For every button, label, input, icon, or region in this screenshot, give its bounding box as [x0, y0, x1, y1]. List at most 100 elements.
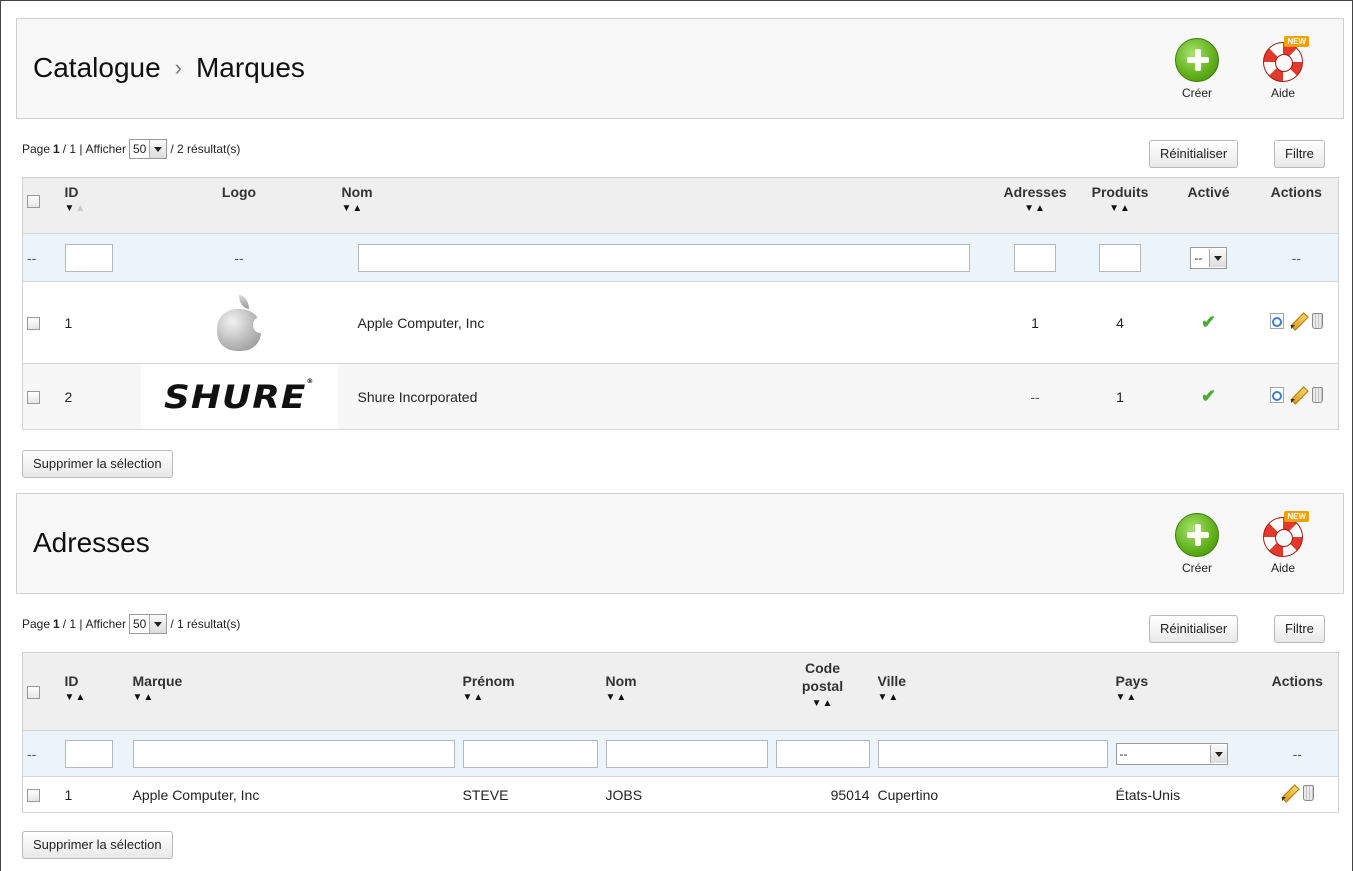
pager-current-page: 1 — [53, 142, 60, 156]
row-products: 1 — [1077, 363, 1163, 430]
edit-icon[interactable] — [1290, 313, 1306, 329]
edit-icon[interactable] — [1290, 387, 1306, 403]
row-checkbox[interactable] — [27, 317, 40, 331]
filter-postcode-input[interactable] — [775, 739, 870, 768]
reset-button[interactable]: Réinitialiser — [1149, 615, 1239, 643]
delete-icon[interactable] — [1302, 785, 1314, 801]
create-label: Créer — [1181, 561, 1212, 575]
new-badge: NEW — [1284, 36, 1309, 47]
results-count: / 1 résultat(s) — [170, 617, 241, 631]
sort-icon[interactable]: ▼▲ — [342, 204, 989, 214]
filter-products-input[interactable] — [1099, 243, 1141, 272]
per-page-select[interactable]: 50 — [128, 614, 168, 634]
sort-icon[interactable]: ▼▲ — [606, 693, 768, 703]
column-header-name: Nom ▼▲ — [337, 177, 993, 234]
column-header-active: Activé — [1162, 177, 1255, 234]
create-brand-button[interactable]: Créer — [1167, 38, 1227, 100]
filter-id-input[interactable] — [64, 739, 113, 768]
create-address-button[interactable]: Créer — [1167, 513, 1227, 575]
sort-icon[interactable]: ▼▲ — [65, 693, 125, 703]
column-header-actions: Actions — [1254, 177, 1339, 234]
delete-icon[interactable] — [1311, 313, 1323, 329]
per-page-select[interactable]: 50 — [128, 139, 168, 159]
filter-firstname-input[interactable] — [462, 739, 598, 768]
filter-placeholder: -- — [22, 233, 61, 282]
sort-icon[interactable]: ▼▲ — [997, 204, 1074, 214]
filter-active-select[interactable]: -- — [1190, 246, 1227, 269]
sort-icon[interactable]: ▼▲ — [133, 693, 455, 703]
active-check-icon[interactable]: ✔ — [1201, 312, 1216, 332]
column-header-id: ID ▼▲ — [60, 652, 129, 731]
filter-actions-placeholder: -- — [1254, 233, 1339, 282]
filter-addresses-input[interactable] — [1014, 243, 1056, 272]
row-checkbox[interactable] — [27, 391, 40, 405]
sort-icon[interactable]: ▼▲ — [463, 693, 598, 703]
column-header-id: ID ▼▲ — [60, 177, 141, 234]
sort-icon[interactable]: ▼▲ — [878, 693, 1108, 703]
shure-logo-cell: SHURE® — [140, 363, 338, 430]
filter-button[interactable]: Filtre — [1274, 140, 1325, 168]
delete-selection-button[interactable]: Supprimer la sélection — [22, 831, 173, 859]
view-icon[interactable] — [1269, 387, 1284, 403]
results-count: / 2 résultat(s) — [170, 142, 241, 156]
edit-icon[interactable] — [1281, 785, 1297, 801]
filter-name-input[interactable] — [357, 243, 970, 272]
column-header-addresses: Adresses ▼▲ — [992, 177, 1078, 234]
add-icon — [1175, 513, 1219, 557]
sort-icon[interactable]: ▼▲ — [1116, 693, 1253, 703]
breadcrumb-separator: › — [174, 55, 182, 80]
column-header-firstname: Prénom ▼▲ — [458, 652, 602, 731]
column-header-lastname: Nom ▼▲ — [601, 652, 772, 731]
select-all-checkbox[interactable] — [27, 685, 40, 699]
page: Catalogue › Marques Créer NEW Aide Page 1 … — [0, 0, 1353, 871]
pager-show-label: Afficher — [85, 142, 126, 156]
row-city: Cupertino — [873, 776, 1112, 813]
sort-icon[interactable]: ▼▲ — [776, 699, 870, 709]
filter-button[interactable]: Filtre — [1274, 615, 1325, 643]
filter-row: -- -- -- — [22, 730, 1339, 777]
table-row[interactable]: 1 Apple Computer, Inc 1 4 ✔ — [22, 281, 1339, 364]
column-header-products: Produits ▼▲ — [1077, 177, 1163, 234]
pager-prefix: Page — [22, 617, 51, 631]
filter-brand-input[interactable] — [132, 739, 455, 768]
row-id: 2 — [60, 363, 141, 430]
row-postcode: 95014 — [771, 776, 874, 813]
chevron-down-icon — [149, 615, 167, 633]
filter-actions-placeholder: -- — [1256, 730, 1339, 777]
reset-button[interactable]: Réinitialiser — [1149, 140, 1239, 168]
page-title: Marques — [195, 52, 305, 83]
active-check-icon[interactable]: ✔ — [1201, 386, 1216, 406]
row-country: États-Unis — [1111, 776, 1257, 813]
select-all-checkbox[interactable] — [27, 194, 40, 208]
row-name: Apple Computer, Inc — [337, 281, 993, 364]
filter-city-input[interactable] — [877, 739, 1108, 768]
delete-icon[interactable] — [1311, 387, 1323, 403]
delete-selection-button[interactable]: Supprimer la sélection — [22, 450, 173, 478]
help-button[interactable]: NEW Aide — [1253, 511, 1313, 575]
row-addresses: 1 — [992, 281, 1078, 364]
apple-logo — [215, 294, 267, 351]
sort-icon[interactable]: ▼▲ — [1082, 204, 1159, 214]
row-firstname: STEVE — [458, 776, 602, 813]
row-addresses: -- — [992, 363, 1078, 430]
sort-icon[interactable]: ▼▲ — [65, 204, 137, 214]
view-icon[interactable] — [1269, 313, 1284, 329]
filter-lastname-input[interactable] — [605, 739, 768, 768]
filter-country-select[interactable]: -- — [1115, 742, 1228, 765]
row-checkbox[interactable] — [27, 789, 40, 803]
chevron-down-icon — [1209, 744, 1227, 763]
table-row[interactable]: 2 SHURE® Shure Incorporated -- 1 ✔ — [22, 363, 1339, 430]
lifebuoy-icon: NEW — [1261, 511, 1309, 557]
pager-current-page: 1 — [53, 617, 60, 631]
create-label: Créer — [1181, 86, 1212, 100]
breadcrumb-section[interactable]: Catalogue — [33, 52, 161, 83]
help-button[interactable]: NEW Aide — [1253, 36, 1313, 100]
chevron-down-icon — [1208, 248, 1226, 267]
filter-id-input[interactable] — [64, 243, 113, 272]
pager-show-label: Afficher — [85, 617, 126, 631]
row-id: 1 — [60, 776, 129, 813]
table-row[interactable]: 1 Apple Computer, Inc STEVE JOBS 95014 C… — [22, 776, 1339, 813]
breadcrumb: Catalogue › Marques — [33, 52, 305, 84]
row-lastname: JOBS — [601, 776, 772, 813]
filter-row: -- -- -- -- — [22, 233, 1339, 282]
